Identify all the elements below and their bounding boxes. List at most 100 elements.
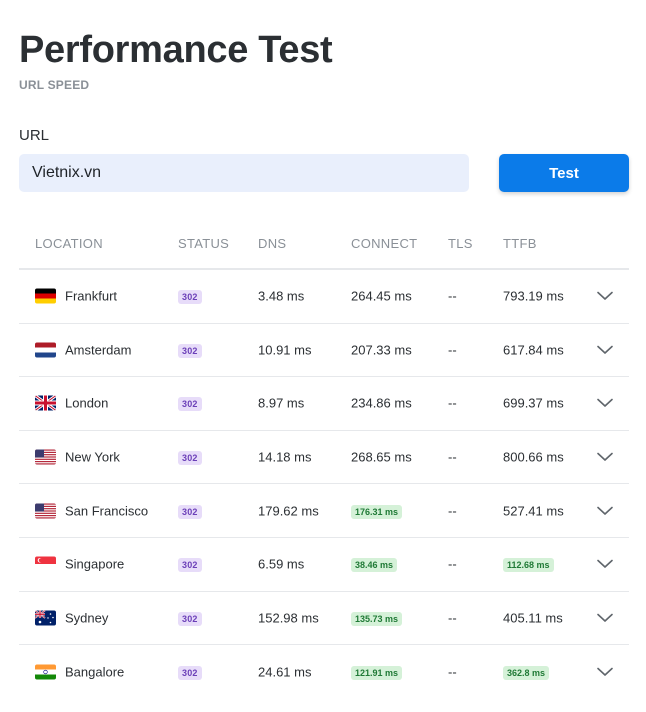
chevron-down-icon[interactable] (595, 393, 615, 413)
location-name: Sydney (65, 610, 109, 626)
flag-australia-icon (35, 610, 56, 626)
dns-value: 14.18 ms (258, 449, 312, 465)
ttfb-value: 362.8 ms (503, 665, 550, 680)
connect-cell: 121.91 ms (351, 664, 403, 680)
tls-value: -- (448, 395, 457, 411)
status-badge: 302 (178, 504, 202, 519)
dns-value: 152.98 ms (258, 610, 319, 626)
location-name: New York (65, 449, 120, 465)
ttfb-value: 800.66 ms (503, 449, 564, 465)
dns-value: 8.97 ms (258, 395, 305, 411)
test-button[interactable]: Test (499, 154, 629, 192)
connect-cell: 135.73 ms (351, 610, 403, 626)
dns-value: 6.59 ms (258, 556, 305, 572)
ttfb-value: 617.84 ms (503, 342, 564, 358)
location-name: Frankfurt (65, 288, 118, 304)
tls-value: -- (448, 610, 457, 626)
table-row[interactable]: Singapore 302 6.59 ms 38.46 ms -- 112.68 ms (19, 538, 629, 592)
page-title: Performance Test (19, 29, 333, 71)
location-cell: Singapore (35, 556, 125, 572)
connect-cell: 176.31 ms (351, 503, 403, 519)
chevron-down-icon[interactable] (595, 447, 615, 467)
location-name: Singapore (65, 556, 125, 572)
url-input[interactable] (19, 154, 469, 192)
dns-value: 3.48 ms (258, 288, 305, 304)
table-row[interactable]: Bangalore 302 24.61 ms 121.91 ms -- 362.8 ms (19, 645, 629, 699)
dns-value: 10.91 ms (258, 342, 312, 358)
location-cell: Frankfurt (35, 288, 118, 304)
connect-value: 135.73 ms (351, 611, 403, 626)
column-header-connect: CONNECT (351, 236, 418, 251)
url-label: URL (19, 127, 50, 144)
location-name: London (65, 395, 109, 411)
connect-value: 38.46 ms (351, 558, 398, 573)
chevron-down-icon[interactable] (595, 608, 615, 628)
status-badge: 302 (178, 290, 202, 305)
location-cell: San Francisco (35, 503, 149, 519)
flag-germany-icon (35, 288, 56, 304)
tls-value: -- (448, 288, 457, 304)
connect-value: 121.91 ms (351, 665, 403, 680)
status-badge: 302 (178, 397, 202, 412)
location-name: Bangalore (65, 664, 125, 680)
chevron-down-icon[interactable] (595, 340, 615, 360)
status-cell: 302 (178, 503, 202, 519)
location-name: San Francisco (65, 503, 149, 519)
chevron-down-icon[interactable] (595, 554, 615, 574)
status-cell: 302 (178, 342, 202, 358)
tls-value: -- (448, 556, 457, 572)
table-header: LOCATION STATUS DNS CONNECT TLS TTFB (19, 222, 629, 270)
ttfb-value: 405.11 ms (503, 610, 563, 626)
ttfb-value: 793.19 ms (503, 288, 564, 304)
flag-india-icon (35, 664, 56, 680)
ttfb-cell: 699.37 ms (503, 396, 564, 411)
column-header-location: LOCATION (35, 236, 103, 251)
status-badge: 302 (178, 665, 202, 680)
table-row[interactable]: Frankfurt 302 3.48 ms 264.45 ms -- 793.19 ms (19, 270, 629, 324)
status-cell: 302 (178, 288, 202, 305)
chevron-down-icon[interactable] (595, 662, 615, 682)
location-cell: New York (35, 449, 120, 465)
tls-value: -- (448, 503, 457, 519)
location-name: Amsterdam (65, 342, 132, 358)
table-row[interactable]: New York 302 14.18 ms 268.65 ms -- 800.66 ms (19, 431, 629, 485)
tls-value: -- (448, 449, 457, 465)
chevron-down-icon[interactable] (595, 286, 615, 306)
ttfb-cell: 405.11 ms (503, 610, 563, 625)
status-badge: 302 (178, 343, 202, 358)
location-cell: Bangalore (35, 664, 125, 680)
connect-cell: 234.86 ms (351, 396, 412, 411)
location-cell: Amsterdam (35, 342, 132, 358)
flag-usa-icon (35, 449, 56, 465)
flag-singapore-icon (35, 556, 56, 572)
ttfb-value: 527.41 ms (503, 503, 564, 519)
status-badge: 302 (178, 611, 202, 626)
table-row[interactable]: San Francisco 302 179.62 ms 176.31 ms -- 527.… (19, 484, 629, 538)
status-cell: 302 (178, 610, 202, 626)
status-cell: 302 (178, 556, 202, 573)
table-row[interactable]: Sydney 302 152.98 ms 135.73 ms -- 405.11 ms (19, 592, 629, 646)
ttfb-cell: 362.8 ms (503, 664, 550, 680)
ttfb-cell: 793.19 ms (503, 289, 564, 304)
location-cell: Sydney (35, 610, 109, 626)
ttfb-value: 112.68 ms (503, 558, 554, 573)
status-cell: 302 (178, 395, 202, 412)
table-body: Frankfurt 302 3.48 ms 264.45 ms -- 793.19 ms A… (19, 270, 629, 699)
flag-netherlands-icon (35, 342, 56, 358)
ttfb-cell: 617.84 ms (503, 342, 564, 357)
results-table: LOCATION STATUS DNS CONNECT TLS TTFB Fra… (19, 222, 629, 699)
connect-value: 207.33 ms (351, 342, 412, 358)
chevron-down-icon[interactable] (595, 501, 615, 521)
column-header-ttfb: TTFB (503, 236, 537, 251)
dns-value: 179.62 ms (258, 503, 319, 519)
connect-value: 176.31 ms (351, 504, 403, 519)
location-cell: London (35, 395, 109, 411)
connect-cell: 207.33 ms (351, 342, 412, 357)
status-cell: 302 (178, 449, 202, 466)
ttfb-cell: 800.66 ms (503, 450, 564, 465)
ttfb-cell: 112.68 ms (503, 556, 554, 573)
table-row[interactable]: London 302 8.97 ms 234.86 ms -- 699.37 ms (19, 377, 629, 431)
tls-value: -- (448, 342, 457, 358)
table-row[interactable]: Amsterdam 302 10.91 ms 207.33 ms -- 617.84 ms (19, 324, 629, 378)
connect-value: 268.65 ms (351, 449, 412, 465)
